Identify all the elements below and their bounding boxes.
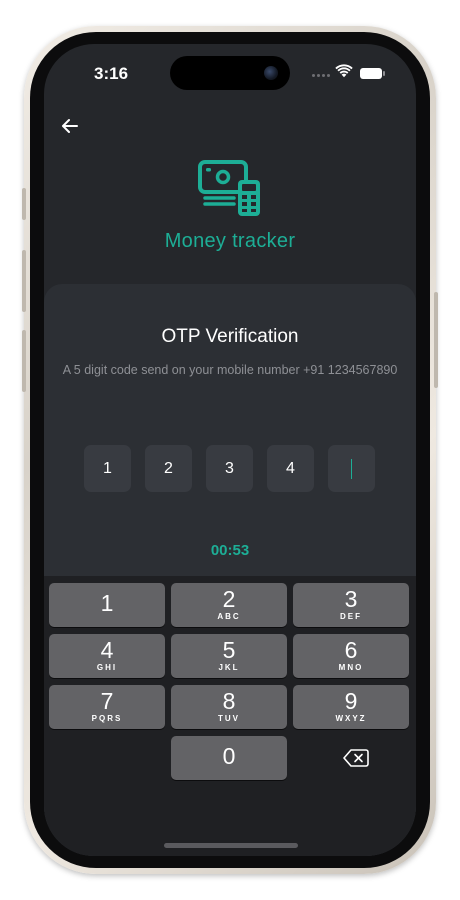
key-digit: 3 [344, 586, 358, 612]
key-letters: JKL [218, 663, 240, 672]
cellular-signal-icon [312, 74, 330, 77]
otp-digit-3[interactable]: 3 [206, 445, 253, 492]
key-0[interactable]: 0 [171, 736, 287, 780]
key-4[interactable]: 4 GHI [49, 634, 165, 678]
wifi-icon [335, 64, 353, 78]
status-time: 3:16 [94, 64, 129, 83]
countdown-timer: 00:53 [210, 542, 250, 559]
key-2[interactable]: 2 ABC [171, 583, 287, 627]
key-letters: ABC [217, 612, 241, 621]
key-letters: GHI [96, 663, 118, 672]
key-digit: 6 [344, 637, 358, 663]
back-button[interactable] [58, 114, 82, 138]
otp-digit-2[interactable]: 2 [145, 445, 192, 492]
key-digit: 2 [222, 586, 236, 612]
key-letters: DEF [340, 612, 362, 621]
otp-digit-1[interactable]: 1 [84, 445, 131, 492]
otp-input-group: 1 2 3 4 [84, 445, 375, 492]
key-8[interactable]: 8 TUV [171, 685, 287, 729]
otp-digit-4[interactable]: 4 [267, 445, 314, 492]
volume-down-button [22, 330, 26, 392]
key-7[interactable]: 7 PQRS [49, 685, 165, 729]
key-digit: 7 [100, 688, 114, 714]
dynamic-island [170, 56, 290, 90]
camera-icon [264, 66, 278, 80]
backspace-icon [343, 749, 369, 767]
otp-subtitle: A 5 digit code send on your mobile numbe… [62, 363, 398, 377]
key-digit: 1 [100, 590, 114, 616]
key-digit: 8 [222, 688, 236, 714]
key-1[interactable]: 1 [49, 583, 165, 627]
key-digit: 5 [222, 637, 236, 663]
key-letters: MNO [338, 663, 364, 672]
screen: 3:16 Money tracker OTP Verification A 5 … [44, 44, 416, 856]
key-5[interactable]: 5 JKL [171, 634, 287, 678]
text-cursor [350, 458, 353, 479]
key-digit: 9 [344, 688, 358, 714]
key-digit: 0 [222, 743, 236, 769]
key-digit: 4 [100, 637, 114, 663]
key-6[interactable]: 6 MNO [293, 634, 409, 678]
power-button [434, 292, 438, 388]
battery-icon [360, 68, 385, 79]
otp-digit-5[interactable] [328, 445, 375, 492]
key-letters: TUV [218, 714, 240, 723]
volume-up-button [22, 250, 26, 312]
key-letters: PQRS [91, 714, 123, 723]
arrow-left-icon [62, 119, 78, 133]
money-calculator-icon [198, 160, 260, 216]
otp-title: OTP Verification [161, 326, 299, 347]
key-3[interactable]: 3 DEF [293, 583, 409, 627]
status-bar: 3:16 [44, 44, 416, 104]
app-name: Money tracker [164, 230, 296, 252]
home-indicator[interactable] [164, 843, 298, 848]
backspace-button[interactable] [298, 736, 414, 780]
key-9[interactable]: 9 WXYZ [293, 685, 409, 729]
action-button [22, 188, 26, 220]
key-letters: WXYZ [335, 714, 367, 723]
